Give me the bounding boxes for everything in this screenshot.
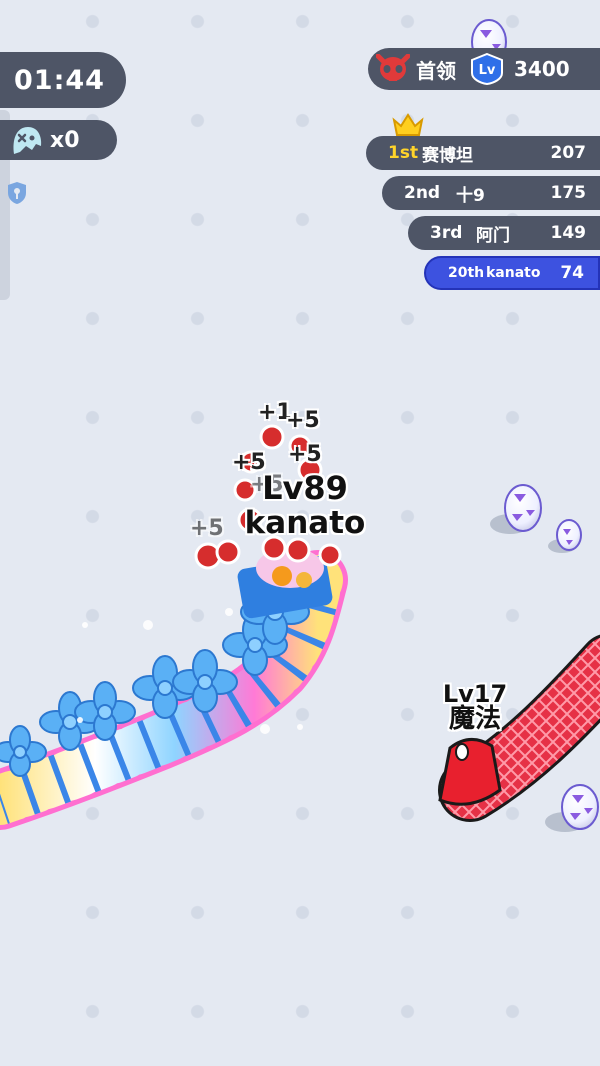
skull-icon <box>376 54 410 81</box>
rank-name: 赛博坦 <box>422 145 473 166</box>
leaderboard-row-2: 2nd 十9 175 <box>382 176 600 210</box>
crown-icon <box>392 113 424 136</box>
player-name-label: kanato <box>244 505 366 541</box>
score-popup: +5 <box>288 442 322 467</box>
kill-count: x0 <box>50 127 80 153</box>
match-timer: 01:44 <box>0 52 126 108</box>
ghost-icon <box>13 127 42 154</box>
rank-score: 74 <box>560 263 584 283</box>
boss-score-bar: 首领 Lv 3400 <box>368 48 600 90</box>
score-popup: +5 <box>286 408 320 433</box>
rank-score: 149 <box>550 223 587 243</box>
rank-position: 20th <box>448 265 485 281</box>
leaderboard-row-1: 1st 赛博坦 207 <box>366 136 600 170</box>
level-badge-text: Lv <box>479 63 496 78</box>
shield-icon[interactable] <box>6 181 28 205</box>
rank-score: 175 <box>550 183 587 203</box>
enemy-name-label: 魔法 <box>448 704 501 734</box>
enemy-level-label: Lv17 <box>442 680 508 708</box>
rank-position: 1st <box>388 143 419 163</box>
player-snake <box>0 548 348 830</box>
leaderboard-row-self: 20th kanato 74 <box>424 256 600 290</box>
level-badge-icon: Lv <box>471 53 503 85</box>
rank-name: kanato <box>486 265 541 281</box>
rank-position: 2nd <box>404 183 441 203</box>
player-level-label: Lv89 <box>262 469 348 507</box>
boss-label: 首领 <box>416 58 456 83</box>
leaderboard-row-3: 3rd 阿门 149 <box>408 216 600 250</box>
rank-position: 3rd <box>430 223 463 243</box>
rank-score: 207 <box>550 143 587 163</box>
rank-name: 阿门 <box>476 225 510 246</box>
boss-score: 3400 <box>514 57 570 81</box>
kill-counter: x0 <box>0 120 117 160</box>
rank-name: 十9 <box>456 185 485 206</box>
